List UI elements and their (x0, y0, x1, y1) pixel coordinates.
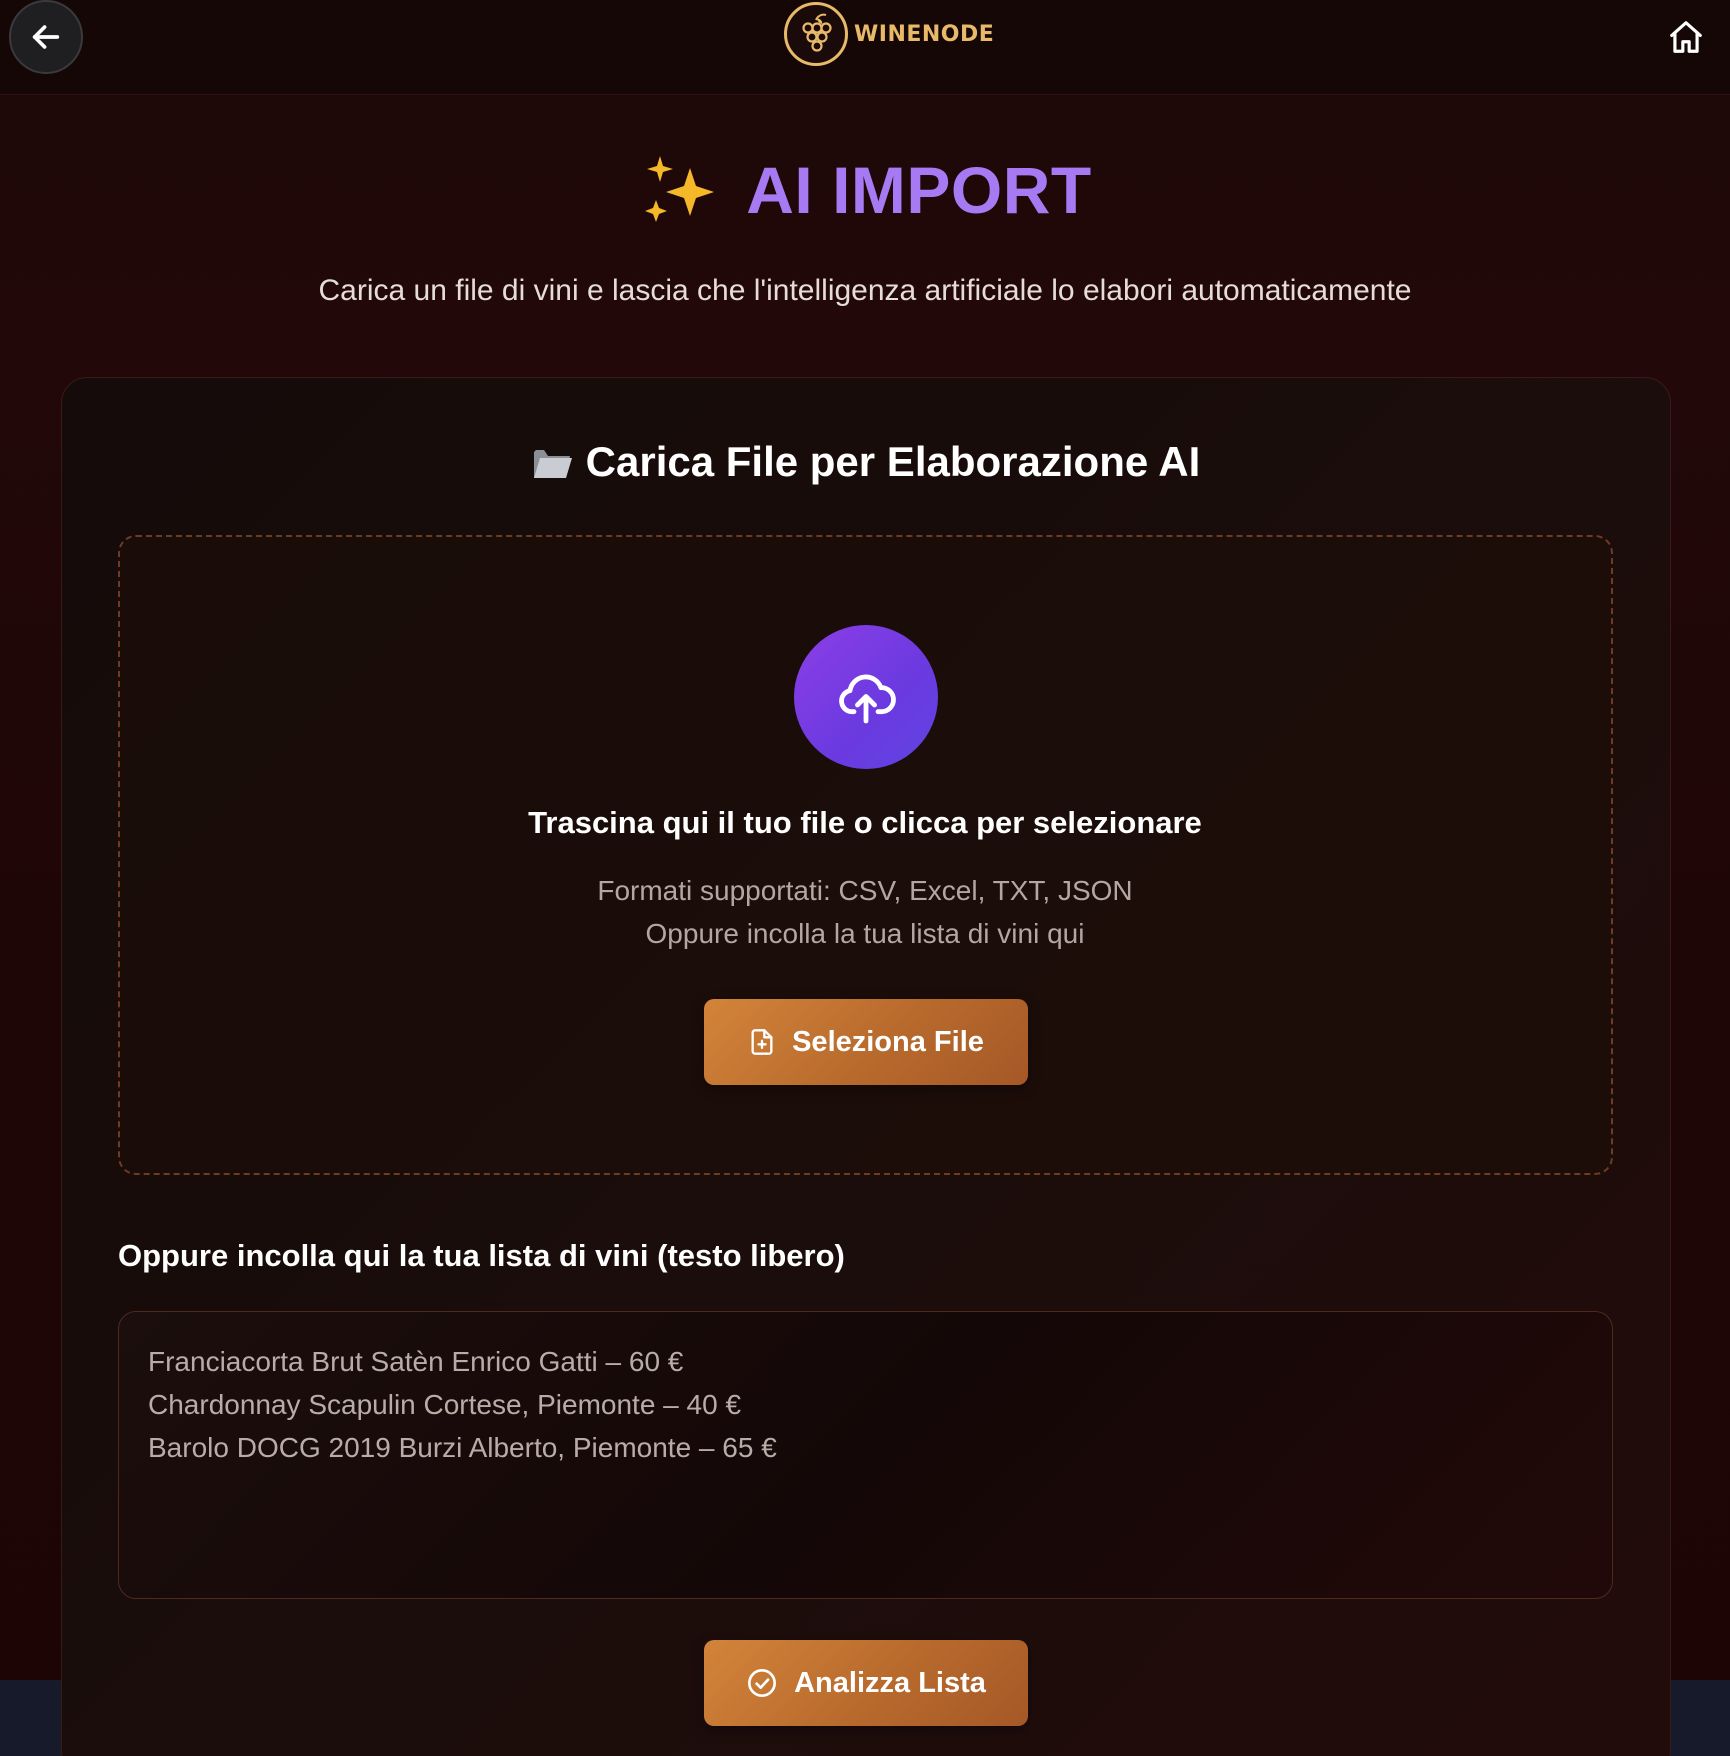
top-bar: WINENODE (0, 0, 1730, 95)
back-button[interactable] (9, 0, 83, 74)
page-subtitle: Carica un file di vini e lascia che l'in… (318, 274, 1412, 307)
wine-list-textarea[interactable]: Franciacorta Brut Satèn Enrico Gatti – 6… (118, 1311, 1613, 1599)
card-title: Carica File per Elaborazione AI (585, 438, 1201, 485)
select-file-label: Seleziona File (792, 1025, 984, 1058)
cloud-upload-icon (839, 674, 896, 724)
home-button[interactable] (1665, 16, 1707, 58)
sparkles-icon (645, 156, 715, 222)
file-plus-icon (751, 1029, 773, 1055)
arrow-left-icon (32, 25, 60, 49)
paste-section-label: Oppure incolla qui la tua lista di vini … (118, 1238, 845, 1273)
brand[interactable]: WINENODE (784, 0, 994, 68)
folder-icon (533, 450, 572, 478)
card-title-row: Carica File per Elaborazione AI (0, 438, 1730, 486)
grapes-icon (784, 2, 848, 66)
page-title-row: AI IMPORT (0, 150, 1730, 230)
page-title: AI IMPORT (746, 153, 1092, 227)
analyze-list-button[interactable]: Analizza Lista (704, 1640, 1028, 1726)
wine-list-line: Chardonnay Scapulin Cortese, Piemonte – … (148, 1389, 742, 1420)
paste-hint-text: Oppure incolla la tua lista di vini qui (645, 918, 1085, 949)
wine-list-line: Franciacorta Brut Satèn Enrico Gatti – 6… (148, 1346, 684, 1377)
check-circle-icon (748, 1669, 777, 1697)
upload-button[interactable] (794, 625, 938, 769)
brand-name: WINENODE (854, 21, 995, 47)
home-icon (1670, 21, 1702, 53)
select-file-button[interactable]: Seleziona File (704, 999, 1028, 1085)
wine-list-line: Barolo DOCG 2019 Burzi Alberto, Piemonte… (148, 1432, 777, 1463)
analyze-list-label: Analizza Lista (794, 1666, 986, 1699)
supported-formats-text: Formati supportati: CSV, Excel, TXT, JSO… (597, 875, 1133, 906)
dropzone-title: Trascina qui il tuo file o clicca per se… (528, 805, 1202, 840)
